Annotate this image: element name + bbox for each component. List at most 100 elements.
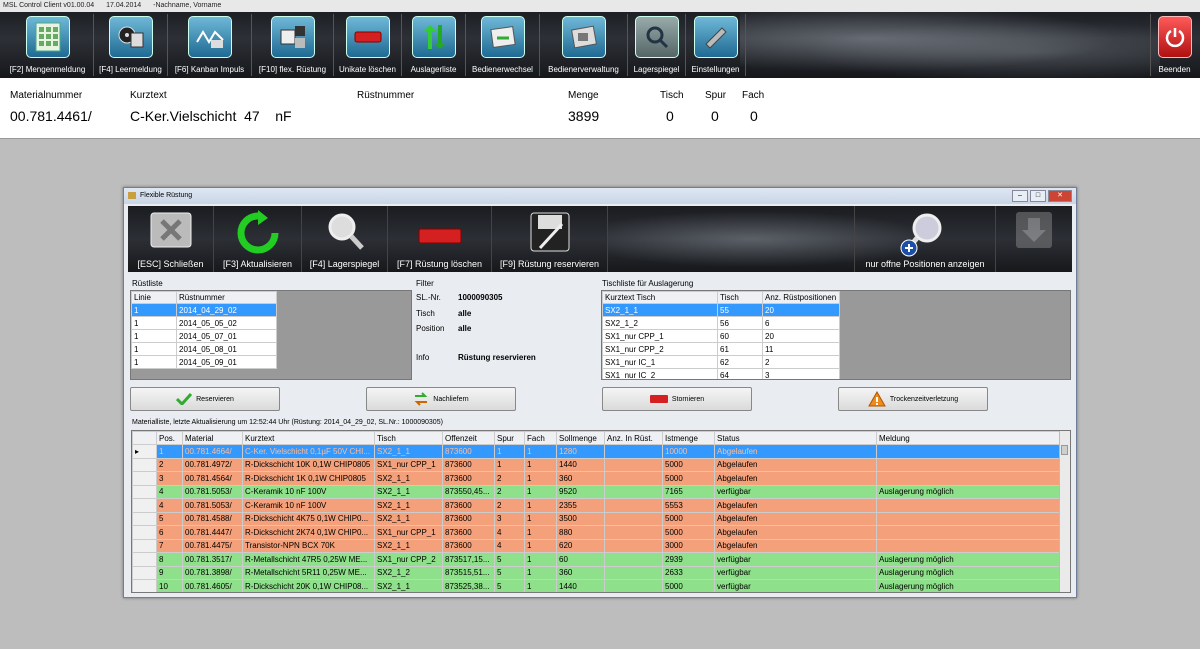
- column-header[interactable]: Kurztext Tisch: [602, 291, 718, 304]
- table-row[interactable]: 7 00.781.4475/Transistor-NPN BCX 70K SX2_1…: [132, 538, 1061, 553]
- row-header[interactable]: ▸: [132, 444, 157, 459]
- table-row[interactable]: SX2_1_2 56 6: [602, 316, 840, 330]
- table-row[interactable]: 1 2014_04_29_02: [131, 303, 277, 317]
- menge-value: 3899: [568, 108, 600, 124]
- column-header[interactable]: Spur: [494, 431, 525, 445]
- vertical-scrollbar[interactable]: [1059, 431, 1070, 592]
- kanban-icon: [187, 16, 232, 58]
- close-button[interactable]: ✕: [1048, 190, 1072, 202]
- lagerspiegel-button[interactable]: [F4] Lagerspiegel: [302, 206, 388, 272]
- table-row[interactable]: 4 00.781.5053/C-Keramik 10 nF 100V SX2_1_1…: [132, 498, 1061, 513]
- redeliver-button[interactable]: Nachliefern: [366, 387, 516, 411]
- slnr-value: 1000090305: [458, 293, 503, 302]
- column-header[interactable]: Offenzeit: [442, 431, 495, 445]
- table-row[interactable]: SX2_1_1 55 20: [602, 303, 840, 317]
- close-dialog-button[interactable]: [ESC] Schließen: [128, 206, 214, 272]
- cell: 5000: [662, 457, 715, 472]
- toolbar-button-auslagerliste[interactable]: Auslagerliste: [402, 14, 466, 76]
- table-row[interactable]: SX1_nur CPP_2 61 11: [602, 342, 840, 356]
- row-header[interactable]: [132, 579, 157, 592]
- table-row[interactable]: 2 00.781.4972/R-Dickschicht 10K 0,1W CHIP…: [132, 457, 1061, 472]
- cell: 1: [524, 511, 557, 526]
- column-header[interactable]: Material: [182, 431, 243, 445]
- toolbar-button-mengenmeldung[interactable]: [F2] Mengenmeldung: [2, 14, 94, 76]
- row-header[interactable]: [132, 565, 157, 580]
- table-row[interactable]: 10 00.781.4605/R-Dickschicht 20K 0,1W CHI…: [132, 579, 1061, 592]
- table-row[interactable]: 1 2014_05_08_01: [131, 342, 277, 356]
- dry-time-button[interactable]: Trockenzeitverletzung: [838, 387, 988, 411]
- minimize-button[interactable]: –: [1012, 190, 1028, 202]
- row-header[interactable]: [132, 498, 157, 513]
- scrollbar-thumb[interactable]: [1061, 445, 1068, 455]
- dialog-title-bar: Flexible Rüstung – □ ✕: [124, 188, 1076, 204]
- cell: SX2_1_2: [602, 316, 718, 330]
- reserve-button[interactable]: Reservieren: [130, 387, 280, 411]
- table-row[interactable]: 6 00.781.4447/R-Dickschicht 2K74 0,1W CHI…: [132, 525, 1061, 540]
- cell: 3: [156, 471, 183, 486]
- cell: 2014_04_29_02: [176, 303, 277, 317]
- column-header[interactable]: Status: [714, 431, 877, 445]
- column-header[interactable]: Pos.: [156, 431, 183, 445]
- cell: 00.781.3898/: [182, 565, 243, 580]
- column-header[interactable]: Meldung: [876, 431, 1061, 445]
- toolbar-label: [F2] Mengenmeldung: [9, 65, 86, 74]
- column-header[interactable]: Fach: [524, 431, 557, 445]
- row-header[interactable]: [132, 525, 157, 540]
- column-header[interactable]: Tisch: [717, 291, 763, 304]
- reserve-ruestung-button[interactable]: [F9] Rüstung reservieren: [492, 206, 608, 272]
- table-row[interactable]: 1 2014_05_07_01: [131, 329, 277, 343]
- cell: [876, 511, 1061, 526]
- table-row[interactable]: SX1_nur CPP_1 60 20: [602, 329, 840, 343]
- row-header[interactable]: [132, 471, 157, 486]
- toolbar-button-bedienerverwaltung[interactable]: Bedienerverwaltung: [540, 14, 628, 76]
- column-header[interactable]: Sollmenge: [556, 431, 605, 445]
- toolbar-button-leermeldung[interactable]: [F4] Leermeldung: [94, 14, 168, 76]
- download-button[interactable]: [996, 206, 1072, 272]
- column-header[interactable]: Tisch: [374, 431, 443, 445]
- maximize-button[interactable]: □: [1030, 190, 1046, 202]
- toolbar-button-lagerspiegel[interactable]: Lagerspiegel: [628, 14, 686, 76]
- toolbar-label: [F9] Rüstung reservieren: [499, 259, 600, 269]
- cell: Abgelaufen: [714, 457, 877, 472]
- toolbar-button-flex-ruestung[interactable]: [F10] flex. Rüstung: [252, 14, 334, 76]
- column-header[interactable]: Rüstnummer: [176, 291, 277, 304]
- refresh-button[interactable]: [F3] Aktualisieren: [214, 206, 302, 272]
- table-row[interactable]: SX1_nur IC_2 64 3: [602, 368, 840, 379]
- cell: 3000: [662, 538, 715, 553]
- cell: SX2_1_1: [374, 538, 443, 553]
- tisch-filter-label: Tisch: [416, 309, 435, 318]
- row-header[interactable]: [132, 457, 157, 472]
- table-row[interactable]: 8 00.781.3517/R-Metallschicht 47R5 0,25W …: [132, 552, 1061, 567]
- table-row[interactable]: 9 00.781.3898/R-Metallschicht 5R11 0,25W …: [132, 565, 1061, 580]
- cell: 2014_05_07_01: [176, 329, 277, 343]
- toolbar-button-bedienerwechsel[interactable]: Bedienerwechsel: [466, 14, 540, 76]
- column-header[interactable]: Linie: [131, 291, 177, 304]
- toolbar-button-kanban[interactable]: [F6] Kanban Impuls: [168, 14, 252, 76]
- cell: 00.781.5053/: [182, 484, 243, 499]
- table-row[interactable]: 3 00.781.4564/R-Dickschicht 1K 0,1W CHIP0…: [132, 471, 1061, 486]
- column-header[interactable]: Anz. In Rüst.: [604, 431, 663, 445]
- cell: SX1_nur CPP_1: [374, 457, 443, 472]
- row-header[interactable]: [132, 538, 157, 553]
- table-row[interactable]: SX1_nur IC_1 62 2: [602, 355, 840, 369]
- row-header[interactable]: [132, 484, 157, 499]
- cell: 4: [494, 538, 525, 553]
- delete-ruestung-button[interactable]: [F7] Rüstung löschen: [388, 206, 492, 272]
- show-open-positions-button[interactable]: nur offne Positionen anzeigen: [854, 206, 996, 272]
- table-row[interactable]: 1 2014_05_09_01: [131, 355, 277, 369]
- table-row[interactable]: ▸ 1 00.781.4664/C-Ker. Vielschicht 0,1µF 5…: [132, 444, 1061, 459]
- toolbar-button-einstellungen[interactable]: Einstellungen: [686, 14, 746, 76]
- row-header[interactable]: [132, 552, 157, 567]
- grid-icon: [25, 16, 70, 58]
- table-row[interactable]: 1 2014_05_05_02: [131, 316, 277, 330]
- column-header[interactable]: Istmenge: [662, 431, 715, 445]
- toolbar-button-unikate-loeschen[interactable]: Unikate löschen: [334, 14, 402, 76]
- table-row[interactable]: 5 00.781.4588/R-Dickschicht 4K75 0,1W CHI…: [132, 511, 1061, 526]
- table-row[interactable]: 4 00.781.5053/C-Keramik 10 nF 100V SX2_1_1…: [132, 484, 1061, 499]
- row-header[interactable]: [132, 511, 157, 526]
- column-header[interactable]: Anz. Rüstpositionen: [762, 291, 840, 304]
- dialog-toolbar: [ESC] Schließen [F3] Aktualisieren [F4] …: [128, 206, 1072, 272]
- exit-button[interactable]: Beenden: [1150, 14, 1198, 76]
- cancel-button[interactable]: Stornieren: [602, 387, 752, 411]
- column-header[interactable]: Kurztext: [242, 431, 375, 445]
